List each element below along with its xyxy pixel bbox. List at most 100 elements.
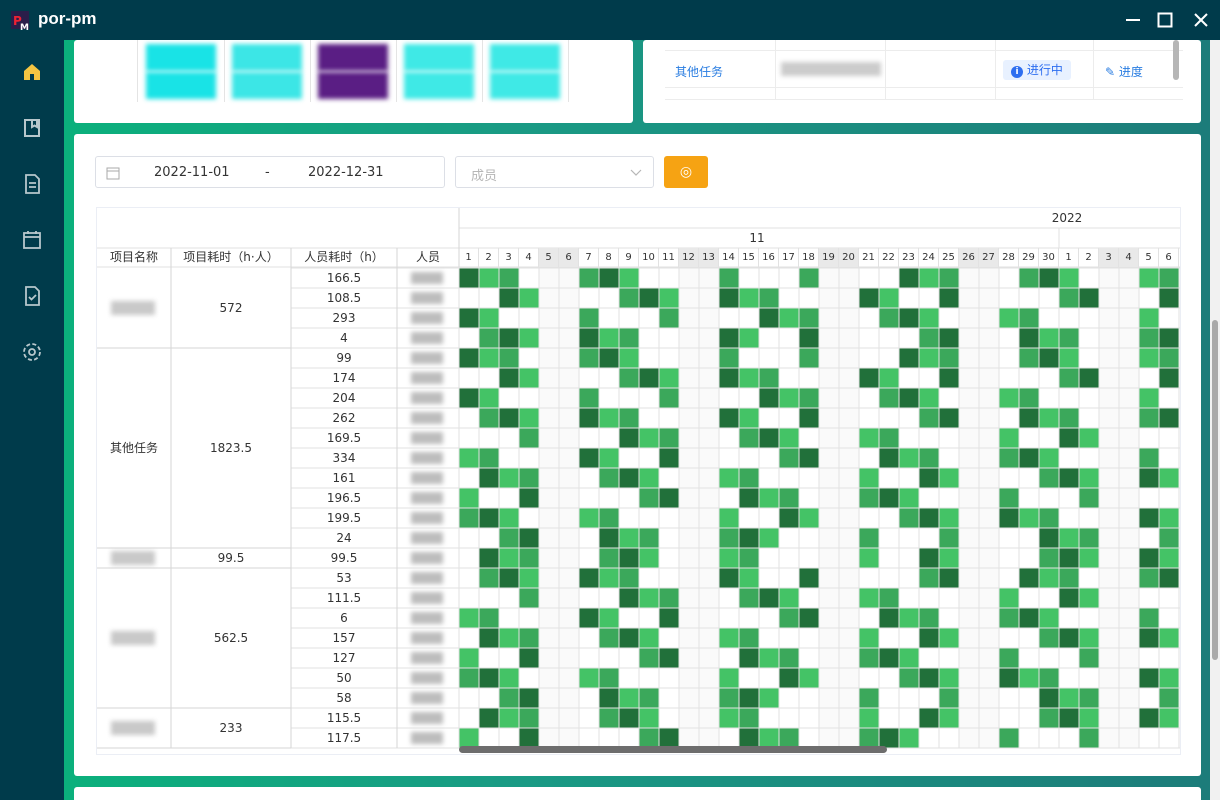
workload-cell bbox=[1039, 548, 1059, 568]
minimize-button[interactable] bbox=[1114, 0, 1150, 40]
workload-cell bbox=[939, 328, 959, 348]
workload-cell bbox=[919, 348, 939, 368]
redacted-person-name bbox=[411, 272, 443, 284]
day-header: 4 bbox=[519, 248, 539, 267]
workload-cell bbox=[1059, 588, 1079, 608]
workload-cell bbox=[639, 708, 659, 728]
date-end-input[interactable]: 2022-12-31 bbox=[308, 165, 384, 180]
workload-cell bbox=[999, 508, 1019, 528]
workload-cell bbox=[619, 368, 639, 388]
person-hours-cell: 58 bbox=[336, 691, 352, 705]
workload-cell bbox=[779, 588, 799, 608]
workload-cell bbox=[639, 648, 659, 668]
workload-cell bbox=[1019, 348, 1039, 368]
workload-cell bbox=[739, 328, 759, 348]
workload-cell bbox=[579, 268, 599, 288]
workload-cell bbox=[1039, 328, 1059, 348]
day-header: 18 bbox=[799, 248, 819, 267]
redacted-person-name bbox=[411, 592, 443, 604]
workload-cell bbox=[719, 668, 739, 688]
workload-cell bbox=[1059, 528, 1079, 548]
workload-cell bbox=[579, 568, 599, 588]
workload-cell bbox=[1159, 408, 1179, 428]
workload-cell bbox=[1159, 528, 1179, 548]
day-header: 24 bbox=[919, 248, 939, 267]
workload-cell bbox=[1039, 468, 1059, 488]
search-button[interactable]: ◎ bbox=[664, 156, 708, 188]
table-row[interactable]: 其他任务 i 进行中 ✎ 进度 bbox=[665, 52, 1183, 88]
workload-cell bbox=[499, 328, 519, 348]
workload-cell bbox=[619, 268, 639, 288]
redacted-person-name bbox=[411, 692, 443, 704]
book-icon bbox=[24, 119, 40, 137]
workload-cell bbox=[779, 448, 799, 468]
vertical-scrollbar[interactable] bbox=[1210, 40, 1220, 800]
day-header: 2 bbox=[1079, 248, 1099, 267]
sidebar-item-tasks[interactable] bbox=[20, 284, 44, 308]
app-title: por-pm bbox=[38, 9, 97, 28]
horizontal-scrollbar[interactable] bbox=[459, 746, 887, 753]
workload-cell bbox=[739, 688, 759, 708]
workload-cell bbox=[719, 268, 739, 288]
date-range-picker[interactable]: 2022-11-01 - 2022-12-31 bbox=[95, 156, 445, 188]
task-table-card: 其他任务 i 进行中 ✎ 进度 bbox=[643, 40, 1201, 123]
sidebar-item-document[interactable] bbox=[20, 172, 44, 196]
workload-cell bbox=[739, 588, 759, 608]
workload-cell bbox=[499, 348, 519, 368]
workload-gantt-table: 项目名称 项目耗时（h·人） 人员耗时（h） 人员 2022 11 1 2 3 4 5 6 7 8 9 10 1… bbox=[96, 207, 1181, 755]
sidebar-item-calendar[interactable] bbox=[20, 228, 44, 252]
workload-cell bbox=[519, 528, 539, 548]
workload-cell bbox=[1019, 408, 1039, 428]
workload-cell bbox=[1039, 608, 1059, 628]
workload-cell bbox=[639, 688, 659, 708]
redacted-project-name bbox=[111, 551, 155, 565]
calendar-icon bbox=[23, 231, 41, 249]
workload-cell bbox=[1019, 328, 1039, 348]
progress-link[interactable]: ✎ 进度 bbox=[1105, 63, 1143, 80]
workload-cell bbox=[759, 588, 779, 608]
table-scrollbar[interactable] bbox=[1173, 40, 1179, 80]
workload-cell bbox=[479, 508, 499, 528]
maximize-icon bbox=[1157, 12, 1173, 28]
sidebar-item-home[interactable] bbox=[20, 60, 44, 84]
workload-cell bbox=[619, 568, 639, 588]
member-select[interactable]: 成员 bbox=[455, 156, 654, 188]
workload-cell bbox=[519, 628, 539, 648]
date-separator: - bbox=[265, 165, 270, 180]
workload-cell bbox=[599, 408, 619, 428]
sidebar-item-book[interactable] bbox=[20, 116, 44, 140]
workload-cell bbox=[499, 408, 519, 428]
workload-cell bbox=[1039, 708, 1059, 728]
task-name-link[interactable]: 其他任务 bbox=[675, 63, 723, 80]
workload-cell bbox=[939, 548, 959, 568]
workload-cell bbox=[899, 648, 919, 668]
person-hours-cell: 166.5 bbox=[326, 271, 362, 285]
day-header: 11 bbox=[659, 248, 679, 267]
workload-cell bbox=[1079, 368, 1099, 388]
redacted-person-name bbox=[411, 372, 443, 384]
workload-cell bbox=[1079, 688, 1099, 708]
workload-cell bbox=[459, 648, 479, 668]
workload-cell bbox=[859, 628, 879, 648]
date-start-input[interactable]: 2022-11-01 bbox=[154, 165, 230, 180]
workload-cell bbox=[879, 488, 899, 508]
workload-cell bbox=[459, 268, 479, 288]
workload-cell bbox=[739, 408, 759, 428]
workload-cell bbox=[659, 488, 679, 508]
workload-cell bbox=[619, 348, 639, 368]
info-icon: i bbox=[1011, 66, 1023, 78]
redacted-person-name bbox=[411, 472, 443, 484]
day-header: 15 bbox=[739, 248, 759, 267]
workload-cell bbox=[479, 708, 499, 728]
sidebar-item-settings[interactable] bbox=[20, 340, 44, 364]
member-tag bbox=[318, 44, 388, 71]
maximize-button[interactable] bbox=[1146, 0, 1182, 40]
table-row bbox=[665, 40, 1183, 51]
vertical-scrollbar-thumb[interactable] bbox=[1212, 320, 1218, 660]
workload-cell bbox=[639, 528, 659, 548]
workload-cell bbox=[739, 728, 759, 748]
close-button[interactable] bbox=[1182, 0, 1218, 40]
workload-cell bbox=[599, 268, 619, 288]
redacted-person-name bbox=[411, 332, 443, 344]
workload-cell bbox=[1139, 668, 1159, 688]
